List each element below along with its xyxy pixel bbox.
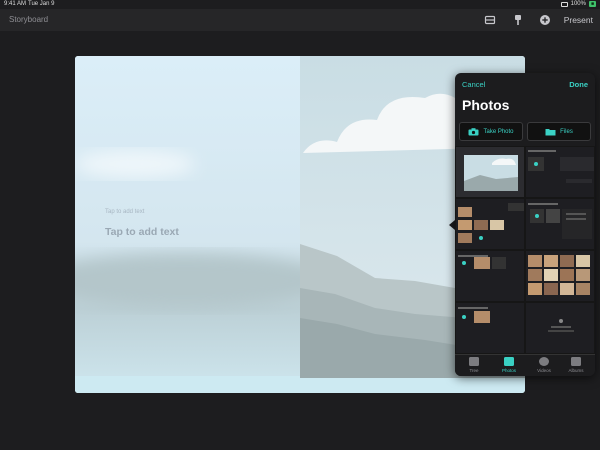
layout-icon[interactable] bbox=[484, 14, 496, 26]
screenshot-thumbnail[interactable] bbox=[455, 250, 525, 302]
document-title[interactable]: Storyboard bbox=[9, 15, 48, 24]
albums-icon bbox=[571, 357, 581, 366]
screenshot-thumbnail[interactable] bbox=[455, 302, 525, 354]
wifi-icon bbox=[560, 1, 568, 7]
text-placeholder-large[interactable]: Tap to add text bbox=[105, 226, 179, 238]
photos-tabbar: Tree Photos Videos Albums bbox=[455, 354, 595, 376]
status-date: Tue Jan 9 bbox=[28, 1, 55, 7]
toolbar: Storyboard Present bbox=[0, 9, 600, 31]
battery-icon: ■ bbox=[588, 1, 596, 7]
folder-icon bbox=[545, 128, 556, 135]
files-label: Files bbox=[560, 128, 573, 135]
photo-grid bbox=[455, 146, 595, 354]
photo-library-icon bbox=[469, 357, 479, 366]
tab-label: Videos bbox=[537, 368, 551, 373]
status-bar: 9:41 AM Tue Jan 9 100% ■ bbox=[0, 0, 600, 9]
photo-thumbnail[interactable] bbox=[455, 146, 525, 198]
play-icon bbox=[539, 357, 549, 366]
tab-label: Albums bbox=[568, 368, 584, 373]
popover-title: Photos bbox=[462, 97, 510, 113]
photos-popover: Cancel Done Photos Take Photo Files Tree… bbox=[455, 73, 595, 376]
photos-icon bbox=[504, 357, 514, 366]
present-button[interactable]: Present bbox=[564, 15, 593, 25]
tab-albums[interactable]: Albums bbox=[561, 357, 591, 373]
photo-collage-thumbnail[interactable] bbox=[525, 250, 595, 302]
take-photo-label: Take Photo bbox=[483, 128, 514, 135]
done-button[interactable]: Done bbox=[569, 80, 588, 89]
tab-photos[interactable]: Photos bbox=[494, 357, 524, 373]
camera-icon bbox=[468, 127, 479, 135]
text-placeholder-small[interactable]: Tap to add text bbox=[105, 209, 144, 215]
brush-icon[interactable] bbox=[512, 14, 524, 26]
status-time: 9:41 AM bbox=[4, 1, 27, 7]
tab-label: Tree bbox=[469, 368, 479, 373]
cancel-button[interactable]: Cancel bbox=[462, 80, 485, 89]
screenshot-thumbnail[interactable] bbox=[525, 302, 595, 354]
take-photo-button[interactable]: Take Photo bbox=[459, 122, 523, 141]
status-right: 100% ■ bbox=[560, 1, 596, 7]
screenshot-thumbnail[interactable] bbox=[525, 146, 595, 198]
screenshot-thumbnail[interactable] bbox=[525, 198, 595, 250]
tab-videos[interactable]: Videos bbox=[529, 357, 559, 373]
battery-percent: 100% bbox=[570, 1, 586, 7]
add-circle-icon[interactable] bbox=[539, 14, 551, 26]
tab-label: Photos bbox=[501, 368, 516, 373]
screenshot-thumbnail[interactable] bbox=[455, 198, 525, 250]
tab-tree[interactable]: Tree bbox=[459, 357, 489, 373]
files-button[interactable]: Files bbox=[527, 122, 591, 141]
